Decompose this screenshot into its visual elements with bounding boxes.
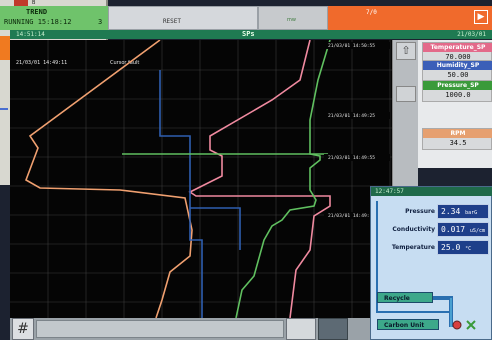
trace-pink (188, 40, 331, 318)
popup-value: 0.017 (441, 225, 466, 234)
trace-pressure (235, 40, 331, 318)
trend-view-title: SPs (242, 30, 255, 38)
setpoint-card-humidity[interactable]: Humidity_SP 50.00 (422, 60, 492, 82)
time-label: 21/03/01 14:50:55 (328, 43, 375, 49)
trace-humidity (159, 70, 203, 318)
reset-label: RESET (162, 18, 181, 25)
blue-edge-marker (0, 108, 8, 110)
trend-title: TREND (26, 8, 48, 16)
plot-header-timestamp: 21/03/01 14:49:11 (16, 60, 67, 66)
trend-plot[interactable]: 21/03/01 14:49:11 Cursor fault 21/03/01 … (10, 40, 392, 318)
popup-unit: uS/cm (469, 228, 485, 234)
plot-gridlines (10, 40, 392, 318)
trend-index: 3 (98, 18, 103, 26)
process-popup: 12:47:57 Pressure 2.34 barG Conductivity… (370, 186, 492, 340)
current-time: 14:51:14 (16, 31, 45, 38)
orange-edge-marker (0, 36, 10, 60)
mode-button[interactable]: mw (258, 6, 328, 30)
time-label: 21/03/01 14:49:25 (328, 113, 375, 119)
popup-value: 25.0 (441, 243, 461, 252)
setpoint-value: 50.00 (447, 71, 469, 79)
popup-value-box[interactable]: 0.017 uS/cm (437, 222, 489, 237)
grid-icon[interactable]: # (12, 318, 34, 340)
setpoint-name: Pressure_SP (423, 81, 492, 90)
top-status-bar: TREND RUNNING 15:18:12 3 RESET mw 7/0 ▶ (0, 6, 492, 30)
setpoint-card-rpm[interactable]: RPM 34.5 (422, 128, 492, 150)
setpoint-panel: Temperature_SP 70.000 Humidity_SP 50.00 … (418, 40, 492, 168)
current-date: 21/03/01 (457, 31, 486, 38)
carbon-unit-tag[interactable]: Carbon Unit (377, 319, 439, 330)
scroll-thumb[interactable] (396, 86, 416, 102)
setpoint-card-pressure[interactable]: Pressure_SP 1000.0 (422, 80, 492, 102)
trace-temperature (25, 40, 193, 318)
setpoint-name: Humidity_SP (423, 61, 492, 70)
popup-value-box[interactable]: 25.0 °C (437, 240, 489, 255)
trend-status-button[interactable]: TREND RUNNING 15:18:12 3 (0, 6, 108, 30)
trend-title-bar: 14:51:14 SPs 21/03/01 (10, 30, 492, 39)
bottom-toolbar: # (10, 318, 370, 340)
plot-traces (25, 40, 331, 318)
popup-value: 2.34 (441, 207, 461, 216)
setpoint-value: 34.5 (449, 139, 467, 147)
popup-row-pressure: Pressure 2.34 barG (371, 204, 492, 220)
popup-row-conductivity: Conductivity 0.017 uS/cm (371, 222, 492, 238)
popup-unit: °C (465, 246, 472, 252)
screen: B TREND RUNNING 15:18:12 3 RESET mw 7/0 … (0, 0, 492, 340)
popup-label: Temperature (391, 244, 435, 251)
popup-unit: barG (465, 210, 478, 216)
trend-plot-canvas: 21/03/01 14:49:11 Cursor fault 21/03/01 … (10, 40, 392, 318)
command-field[interactable] (36, 320, 284, 338)
popup-label: Conductivity (392, 226, 435, 233)
time-label: 21/03/01 14:49:55 (328, 155, 375, 161)
scroll-up-button[interactable]: ⇧ (396, 42, 416, 60)
trend-running-status: RUNNING 15:18:12 (4, 18, 72, 26)
popup-row-temperature: Temperature 25.0 °C (371, 240, 492, 256)
toolbar-button-dark[interactable] (318, 318, 348, 340)
popup-label: Pressure (405, 208, 435, 215)
popup-value-box[interactable]: 2.34 barG (437, 204, 489, 219)
alarm-banner[interactable]: 7/0 ▶ (328, 6, 492, 30)
setpoint-name: Temperature_SP (423, 43, 492, 52)
reset-button[interactable]: RESET (108, 6, 258, 30)
time-label: 21/03/01 14:49:11 (328, 213, 375, 219)
setpoint-name: RPM (423, 129, 492, 138)
toolbar-button[interactable] (286, 318, 316, 340)
setpoint-value: 1000.0 (445, 91, 471, 99)
mode-label: mw (287, 17, 296, 23)
acknowledge-icon[interactable]: ▶ (474, 10, 488, 24)
recycle-tag[interactable]: Recycle (377, 292, 433, 303)
alarm-count: 7/0 (366, 9, 377, 16)
